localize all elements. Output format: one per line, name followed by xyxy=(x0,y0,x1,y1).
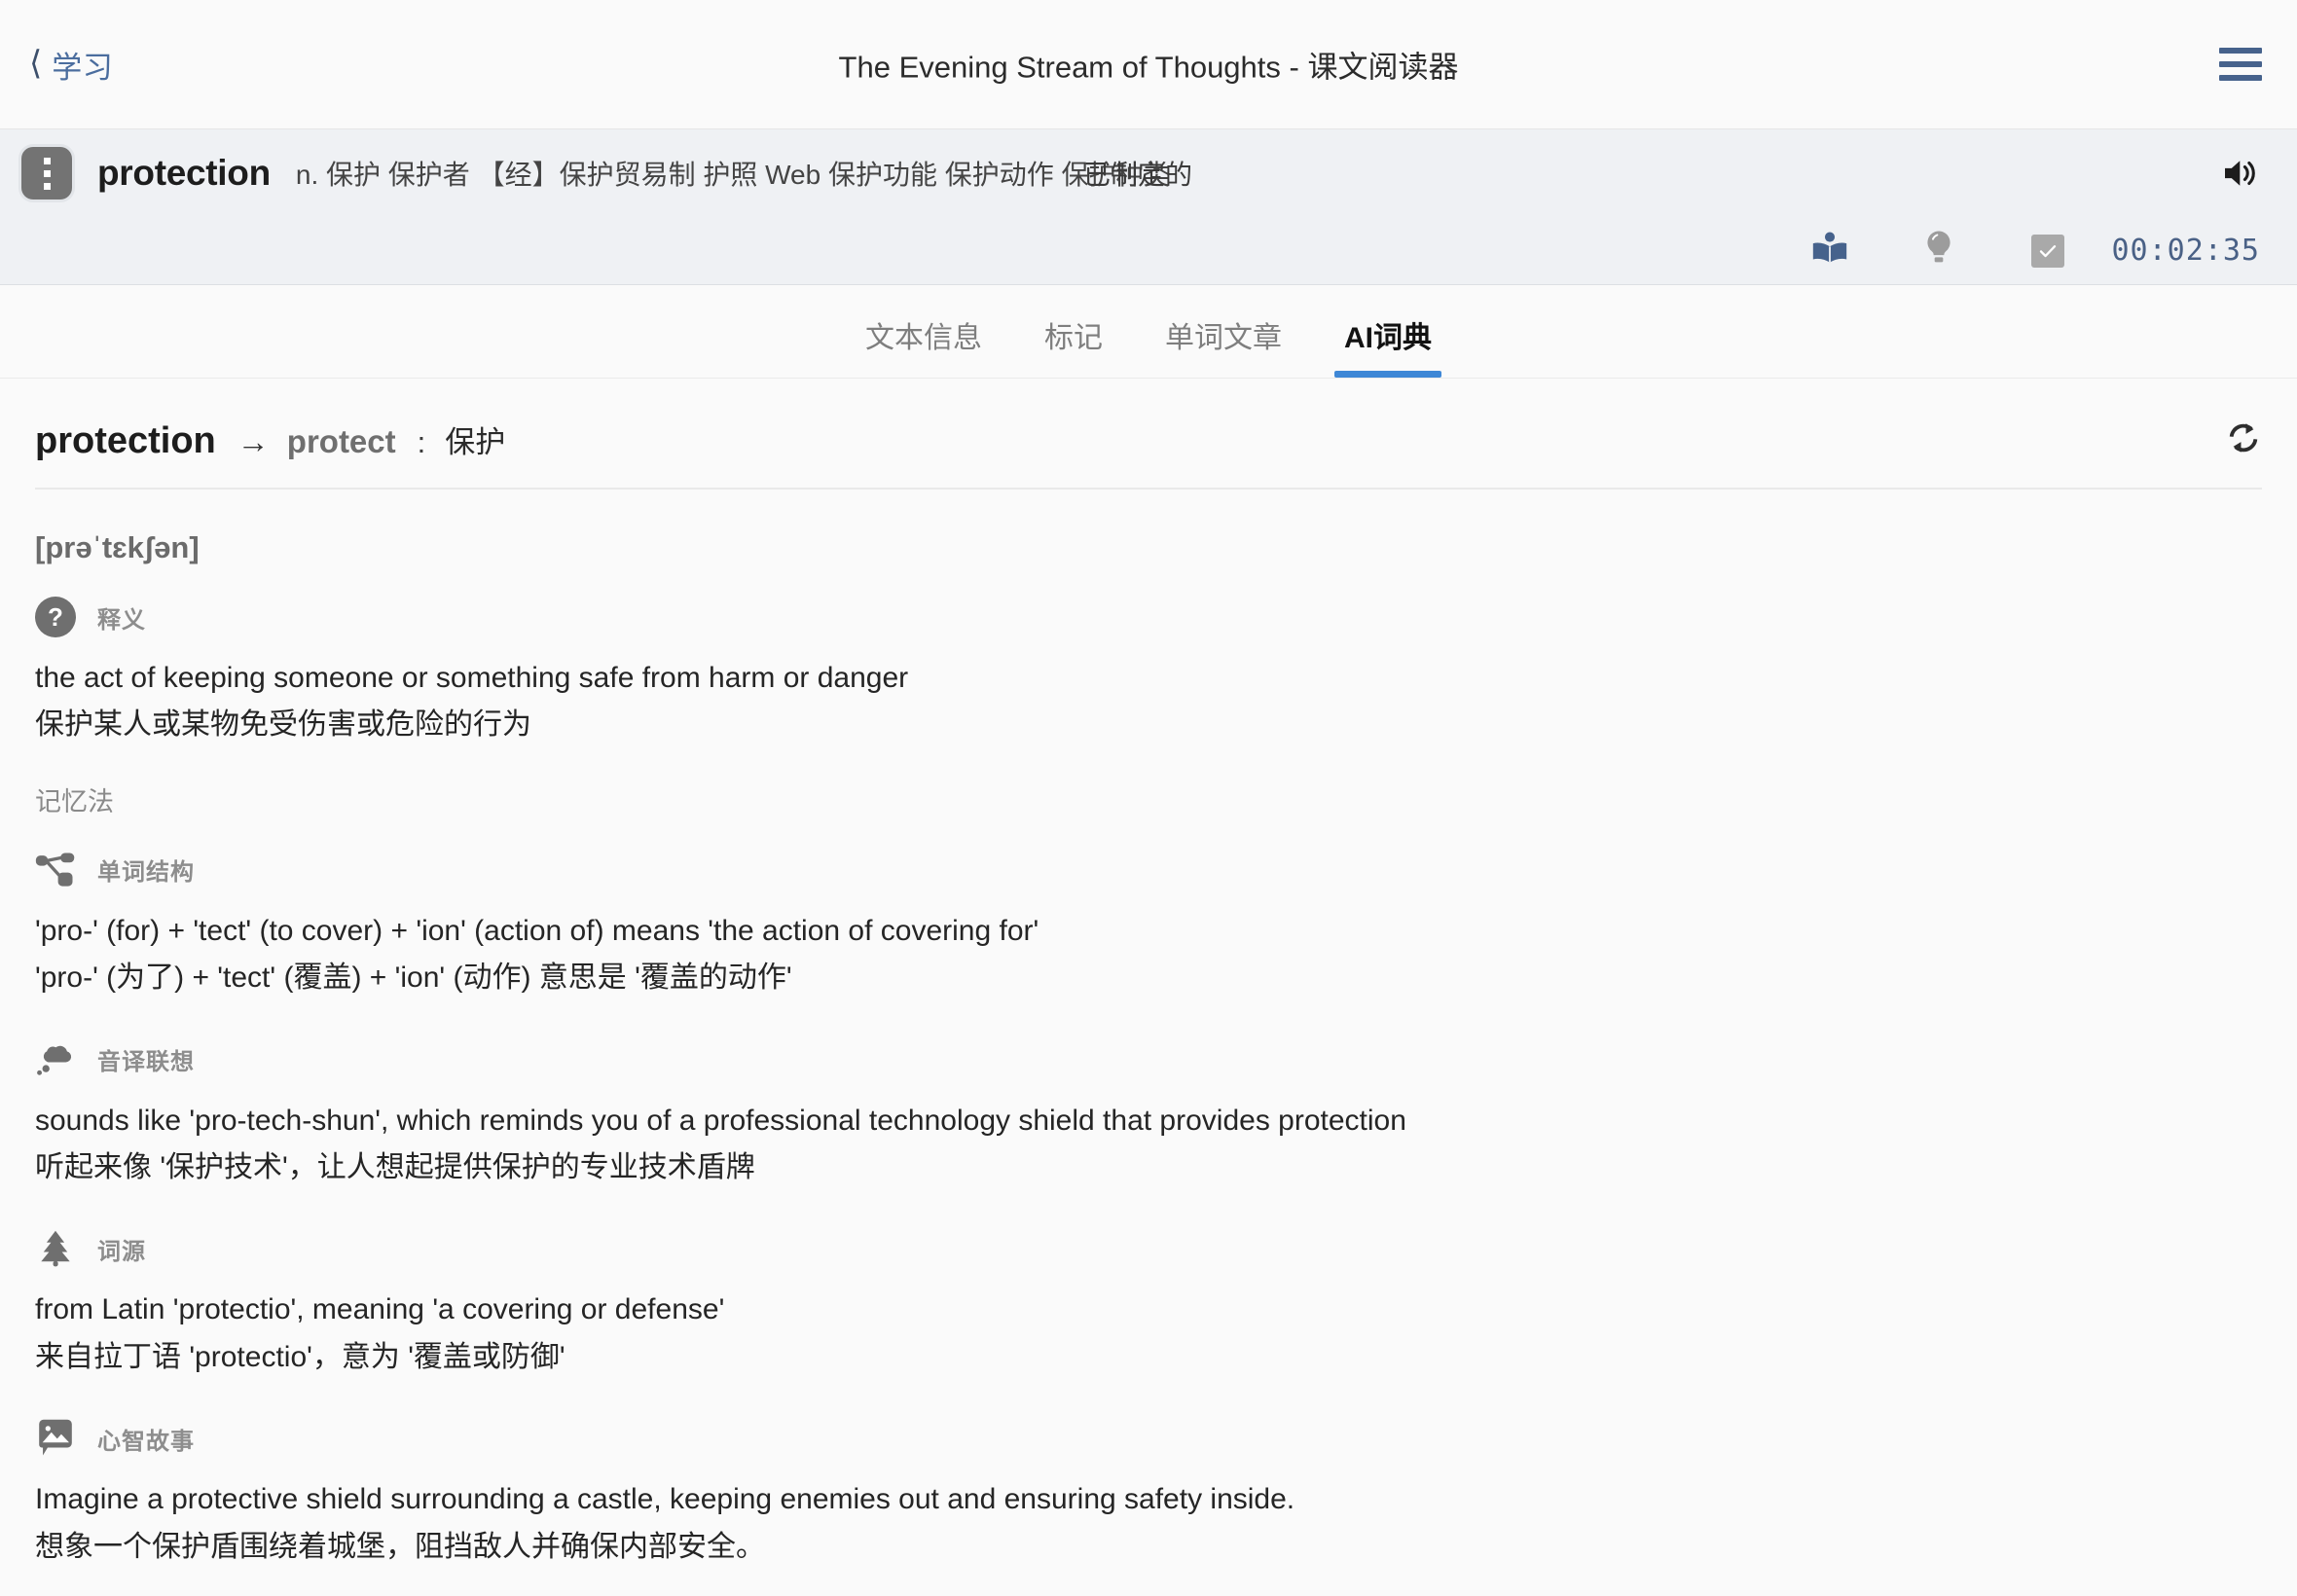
structure-english: 'pro-' (for) + 'tect' (to cover) + 'ion'… xyxy=(35,914,1039,947)
lightbulb-icon xyxy=(1921,229,1956,272)
section-word-structure: 单词结构 'pro-' (for) + 'tect' (to cover) + … xyxy=(35,818,2262,1000)
section-word-structure-header: 单词结构 xyxy=(35,840,2262,896)
thought-cloud-icon xyxy=(35,1039,76,1080)
mind-story-english: Imagine a protective shield surrounding … xyxy=(35,1483,1295,1516)
section-definition: ? 释义 the act of keeping someone or somet… xyxy=(35,565,2262,747)
definition-english: the act of keeping someone or something … xyxy=(35,662,909,694)
word-context-translation: 已制定的 xyxy=(1083,160,1193,190)
hint-button[interactable] xyxy=(1884,229,1993,272)
question-mark-circle-icon: ? xyxy=(35,597,76,637)
ai-dictionary-panel: protection → protect : 保护 [prəˈtɛkʃən] ?… xyxy=(0,379,2297,1596)
section-sound-association-label: 音译联想 xyxy=(97,1049,195,1076)
back-button[interactable]: ⟨ 学习 xyxy=(29,43,113,87)
mind-story-chinese: 想象一个保护盾围绕着城堡，阻挡敌人并确保内部安全。 xyxy=(35,1530,765,1563)
tab-text-info[interactable]: 文本信息 xyxy=(834,313,1013,378)
section-etymology: 词源 from Latin 'protectio', meaning 'a co… xyxy=(35,1189,2262,1379)
section-definition-header: ? 释义 xyxy=(35,587,2262,643)
section-mind-story-header: 心智故事 xyxy=(35,1408,2262,1465)
entry-separator: : xyxy=(417,425,426,459)
etymology-english: from Latin 'protectio', meaning 'a cover… xyxy=(35,1293,725,1326)
mnemonic-heading: 记忆法 xyxy=(35,786,114,816)
section-etymology-header: 词源 xyxy=(35,1218,2262,1275)
top-navigation-bar: ⟨ 学习 The Evening Stream of Thoughts - 课文… xyxy=(0,0,2297,129)
node-tree-icon xyxy=(35,850,76,890)
session-timer: 00:02:35 xyxy=(2111,234,2260,268)
chevron-left-icon: ⟨ xyxy=(29,45,43,82)
page-title: The Evening Stream of Thoughts - 课文阅读器 xyxy=(838,50,1459,85)
section-etymology-label: 词源 xyxy=(97,1238,146,1265)
hamburger-menu-icon[interactable] xyxy=(2219,48,2262,81)
structure-chinese: 'pro-' (为了) + 'tect' (覆盖) + 'ion' (动作) 意… xyxy=(35,961,792,995)
tab-marks[interactable]: 标记 xyxy=(1013,313,1134,378)
refresh-sync-icon[interactable] xyxy=(2225,419,2262,461)
tab-word-article[interactable]: 单词文章 xyxy=(1134,313,1313,378)
open-book-icon xyxy=(1810,231,1849,271)
volume-speaker-icon[interactable] xyxy=(2221,157,2262,190)
back-button-label: 学习 xyxy=(52,50,114,85)
word-senses: n. 保护 保护者 【经】保护贸易制 护照 Web 保护功能 保护动作 保护种类 xyxy=(295,160,1171,190)
section-mind-story: 心智故事 Imagine a protective shield surroun… xyxy=(35,1379,2262,1569)
section-mind-story-label: 心智故事 xyxy=(97,1428,195,1455)
sound-association-english: sounds like 'pro-tech-shun', which remin… xyxy=(35,1104,1406,1137)
pine-tree-icon xyxy=(35,1228,76,1269)
section-sound-association-header: 音译联想 xyxy=(35,1030,2262,1086)
checkbox-checked-icon xyxy=(2030,234,2064,268)
arrow-right-icon: → xyxy=(237,423,270,459)
section-sound-association: 音译联想 sounds like 'pro-tech-shun', which … xyxy=(35,1000,2262,1190)
tab-ai-dictionary[interactable]: AI词典 xyxy=(1313,313,1463,378)
phonetic-transcription: [prəˈtɛkʃən] xyxy=(35,530,200,564)
entry-header: protection → protect : 保护 xyxy=(35,379,2262,490)
tools-strip: 00:02:35 xyxy=(0,217,2297,285)
entry-word: protection xyxy=(35,420,216,461)
entry-root-translation: 保护 xyxy=(445,425,506,459)
current-word: protection xyxy=(97,153,271,193)
definition-chinese: 保护某人或某物免受伤害或危险的行为 xyxy=(35,708,531,742)
word-header-bar: protection n. 保护 保护者 【经】保护贸易制 护照 Web 保护功… xyxy=(0,129,2297,217)
entry-root-word: protect xyxy=(286,423,396,459)
sound-association-chinese: 听起来像 '保护技术'，让人想起提供保护的专业技术盾牌 xyxy=(35,1150,755,1183)
section-definition-label: 释义 xyxy=(97,606,146,634)
mark-done-checkbox[interactable] xyxy=(1993,234,2102,268)
image-bubble-icon xyxy=(35,1418,76,1459)
section-word-structure-label: 单词结构 xyxy=(97,859,195,887)
more-vertical-dots-icon[interactable] xyxy=(21,147,72,200)
tab-bar: 文本信息 标记 单词文章 AI词典 xyxy=(0,285,2297,379)
etymology-chinese: 来自拉丁语 'protectio'，意为 '覆盖或防御' xyxy=(35,1340,565,1373)
reading-mode-button[interactable] xyxy=(1775,231,1884,271)
